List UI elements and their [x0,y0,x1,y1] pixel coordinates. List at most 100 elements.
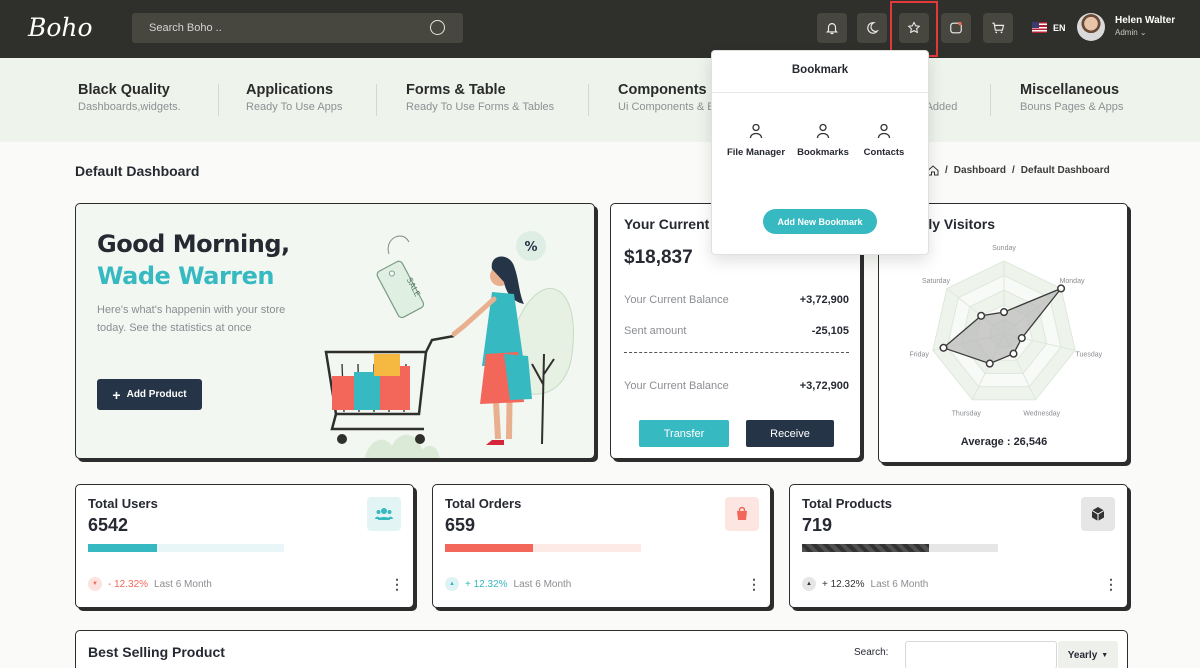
nav-divider [376,84,377,116]
nav-applications[interactable]: Applications Ready To Use Apps [246,82,342,113]
add-new-bookmark-button[interactable]: Add New Bookmark [763,209,877,234]
users-progress-bar [88,544,284,552]
nav-subtitle: Ready To Use Forms & Tables [406,101,555,113]
breadcrumb-current: Default Dashboard [1020,165,1110,176]
add-product-button[interactable]: + Add Product [97,379,202,410]
period-dropdown[interactable]: Yearly ▼ [1058,641,1118,668]
discount-badge-label: % [524,240,537,255]
greeting-text: Good Morning, [97,230,290,258]
balance-row: Your Current Balance +3,72,900 [624,294,849,306]
stat-card-users: Total Users 6542 ▼ - 12.32% Last 6 Month… [75,484,414,608]
breadcrumb-separator: / [1012,165,1015,176]
welcome-description: Here's what's happenin with your store t… [97,304,286,334]
user-role[interactable]: Admin ⌄ [1115,28,1147,37]
stat-card-products: Total Products 719 ▲ + 12.32% Last 6 Mon… [789,484,1128,608]
bell-icon [826,23,838,35]
balance-row-label: Your Current Balance [624,380,729,392]
trend-period: Last 6 Month [870,578,929,590]
bookmark-dropdown-title: Bookmark [791,64,849,76]
progress-fill [88,544,157,552]
table-search-input[interactable] [905,641,1057,668]
trend-value: + 12.32% [822,578,865,590]
nav-title: Black Quality [78,82,170,98]
avatar[interactable] [1077,13,1105,41]
more-options-icon[interactable]: ⋮ [1104,577,1118,591]
nav-title: Miscellaneous [1020,82,1120,98]
radar-data-point [1009,349,1018,358]
notification-button[interactable] [817,13,847,43]
radar-axis-label: Tuesday [1076,351,1103,358]
radar-axis-label: Thursday [952,410,982,417]
visitors-radar-chart: Sunday Monday Tuesday Wednesday Thursday Frid… [909,245,1103,417]
more-options-icon[interactable]: ⋮ [747,577,761,591]
balance-row: Sent amount -25,105 [624,325,849,337]
balance-row-label: Your Current Balance [624,294,729,306]
nav-black-quality[interactable]: Black Quality Dashboards,widgets. [78,82,181,113]
messages-button[interactable] [941,13,971,43]
nav-title: Applications [246,82,334,98]
user-name[interactable]: Helen Walter [1115,15,1175,26]
balance-row-value: -25,105 [811,325,849,337]
balance-row: Your Current Balance +3,72,900 [624,380,849,392]
stat-trend: ▲ + 12.32% Last 6 Month [445,577,571,591]
radar-data-point [1057,284,1066,293]
user-icon [749,123,763,139]
nav-subtitle: Dashboards,widgets. [78,101,181,113]
transfer-button[interactable]: Transfer [639,420,729,447]
breadcrumb-dashboard[interactable]: Dashboard [954,165,1006,176]
users-icon [367,497,401,531]
cart-button[interactable] [983,13,1013,43]
welcome-card: Good Morning, Wade Warren Here's what's … [75,203,595,459]
more-options-icon[interactable]: ⋮ [390,577,404,591]
radar-data-point [1017,334,1026,343]
radar-axis-label: Saturday [922,278,951,285]
bookmark-bookmarks[interactable]: Bookmarks [791,123,855,159]
radar-data-point [985,359,994,368]
radar-data-point [999,308,1009,317]
nav-divider [218,84,219,116]
language-selector[interactable]: EN [1032,22,1066,33]
add-product-label: Add Product [126,389,187,400]
message-icon [950,21,962,34]
logo[interactable]: Boho [28,13,93,42]
breadcrumb-separator: / [945,165,948,176]
search-bar[interactable]: Search Boho .. [132,13,463,43]
orders-progress-bar [445,544,641,552]
stat-trend: ▼ - 12.32% Last 6 Month [88,577,212,591]
dark-mode-button[interactable] [857,13,887,43]
best-selling-card: Best Selling Product Search: Yearly ▼ [75,630,1128,668]
stat-title: Total Products [802,496,893,511]
page-title: Default Dashboard [75,163,200,179]
visitors-average: Average : 26,546 [960,436,1048,448]
stat-title: Total Orders [445,496,522,511]
moon-icon [867,22,879,34]
bookmark-item-label: File Manager [726,147,786,158]
balance-amount: $18,837 [624,247,693,268]
radar-axis-label: Wednesday [1023,410,1060,417]
bookmark-dropdown: Bookmark File Manager Bookmarks Contacts… [711,50,929,255]
orders-icon [725,497,759,531]
search-input[interactable]: Search Boho .. [149,22,222,34]
stat-value: 719 [802,515,833,535]
nav-divider [588,84,589,116]
radar-axis-label: Friday [909,351,929,358]
shopping-illustration: SALE % [324,231,574,458]
stat-trend: ▲ + 12.32% Last 6 Month [802,577,928,591]
period-dropdown-value: Yearly [1067,649,1098,661]
bookmark-item-label: Bookmarks [797,147,849,158]
language-label: EN [1053,22,1066,33]
nav-forms-table[interactable]: Forms & Table Ready To Use Forms & Table… [406,82,554,113]
bookmark-file-manager[interactable]: File Manager [724,123,788,159]
sale-tag: SALE [376,260,425,319]
bookmark-divider [712,92,928,93]
radar-data-point [939,343,948,352]
balance-row-label: Sent amount [624,325,687,337]
search-icon[interactable] [430,20,445,35]
stat-value: 6542 [88,515,129,535]
bookmark-contacts[interactable]: Contacts [852,123,916,159]
greeting-name: Wade Warren [97,262,274,290]
bookmark-item-label: Contacts [863,147,905,158]
nav-miscellaneous[interactable]: Miscellaneous Bouns Pages & Apps [1020,82,1123,113]
receive-button[interactable]: Receive [746,420,834,447]
us-flag-icon [1032,22,1047,33]
